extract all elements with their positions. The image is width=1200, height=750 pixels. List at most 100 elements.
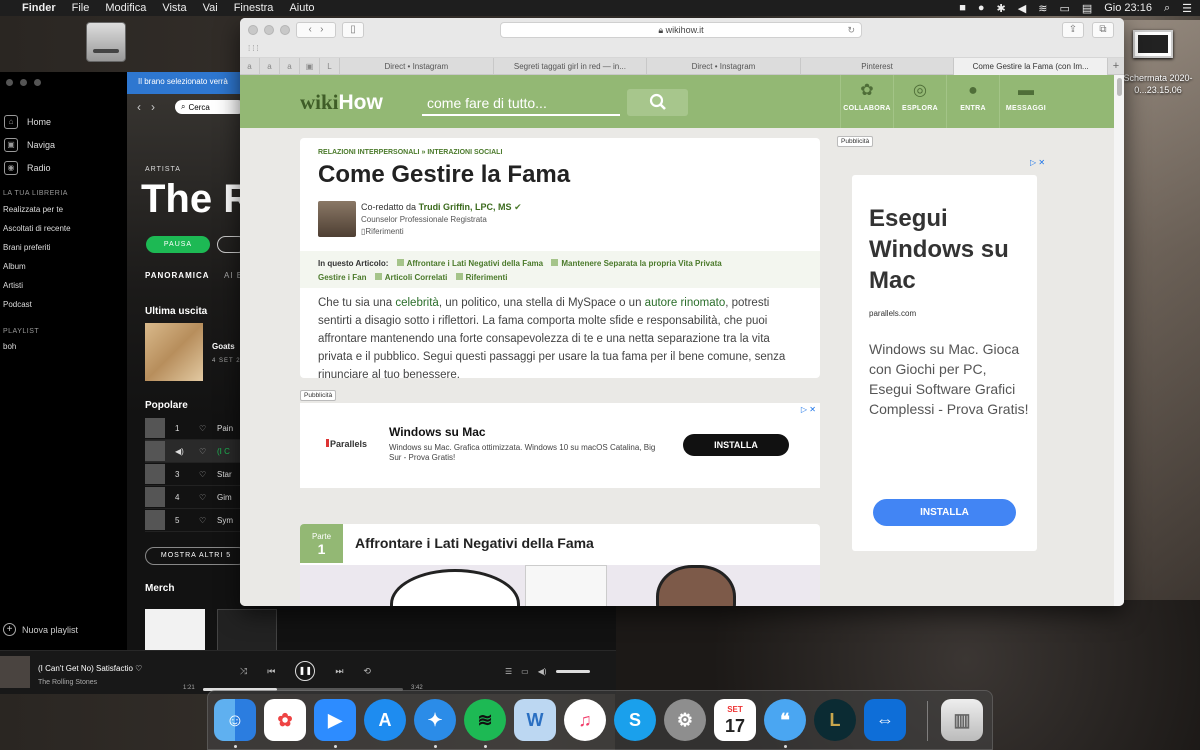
wifi-icon[interactable]: ≋ [1038,2,1047,15]
messages-icon[interactable]: ❝ [764,699,806,741]
minimize-button[interactable] [20,79,27,86]
heart-icon[interactable]: ♡ [199,447,217,456]
zoom-button[interactable] [280,25,290,35]
sidebar-ad[interactable]: Esegui Windows su Mac parallels.com Wind… [852,175,1037,551]
pinned-tab-amazon[interactable]: a [260,58,280,75]
skype-icon[interactable]: S [614,699,656,741]
nav-messaggi[interactable]: ▬ MESSAGGI [999,75,1052,128]
library-item[interactable]: Artisti [3,280,71,299]
pause-button[interactable]: PAUSA [146,236,210,253]
nav-collabora[interactable]: ✿ COLLABORA [840,75,893,128]
new-tab-button[interactable]: + [1108,58,1124,74]
music-icon[interactable]: ♫ [564,699,606,741]
spotlight-icon[interactable]: ⌕ [1164,2,1170,15]
album-title[interactable]: Goats [212,342,235,351]
menu-file[interactable]: File [72,2,90,14]
nav-esplora[interactable]: ◎ ESPLORA [893,75,946,128]
photos-icon[interactable]: ✿ [264,699,306,741]
menu-vista[interactable]: Vista [162,2,186,14]
volume-slider[interactable] [555,670,590,673]
reload-icon[interactable]: ↻ [847,23,855,37]
menu-finder[interactable]: Finder [22,2,56,14]
table-row[interactable]: 4 ♡ Gim [145,486,245,509]
heart-icon[interactable]: ♡ [199,470,217,479]
merch-item[interactable] [217,609,277,650]
menu-clock[interactable]: Gio 23:16 [1104,2,1152,14]
previous-icon[interactable]: ⏮ [267,666,275,677]
merch-item[interactable] [145,609,205,650]
toc-item[interactable]: Gestire i Fan [318,273,366,282]
screenshot-file-label[interactable]: Schermata 2020-0...23.15.06 [1118,72,1198,96]
tab-overview[interactable]: PANORAMICA [145,271,210,280]
playlist-item[interactable]: boh [3,342,16,351]
menu-vai[interactable]: Vai [203,2,218,14]
minimize-button[interactable] [264,25,274,35]
library-item[interactable]: Podcast [3,299,71,318]
volume-icon[interactable]: ◀) [538,667,547,676]
back-forward-buttons[interactable]: ‹ › [296,22,336,38]
show-more-button[interactable]: MOSTRA ALTRI 5 [145,547,247,565]
inline-ad[interactable]: Parallels Windows su Mac Windows su Mac.… [300,403,820,488]
pinned-tab[interactable]: ▣ [300,58,320,75]
library-item[interactable]: Brani preferiti [3,242,71,261]
pinned-tab-amazon[interactable]: a [240,58,260,75]
share-icon[interactable]: ⇪ [1062,22,1084,38]
library-item[interactable]: Realizzata per te [3,204,71,223]
next-icon[interactable]: ⏭ [335,666,343,677]
close-button[interactable] [6,79,13,86]
table-row[interactable]: ◀) ♡ (I C [145,440,245,463]
shuffle-icon[interactable]: ⤨ [240,666,247,677]
teamviewer-icon[interactable]: ⇔ [864,699,906,741]
toc-item[interactable]: Articoli Correlati [385,273,448,282]
toc-item[interactable]: Affrontare i Lati Negativi della Fama [407,259,543,268]
heart-icon[interactable]: ♡ [199,493,217,502]
nav-entra[interactable]: ● ENTRA [946,75,999,128]
ad-choices-icon[interactable]: ▷ ✕ [801,405,816,414]
league-of-legends-icon[interactable]: L [814,699,856,741]
scrollbar[interactable] [1114,75,1124,606]
nav-browse[interactable]: ▣ Naviga [4,133,124,156]
toc-item[interactable]: Riferimenti [466,273,508,282]
bluetooth-icon[interactable]: ✱ [997,2,1006,15]
trash-icon[interactable]: ▥ [941,699,983,741]
coauthor-name[interactable]: Trudi Griffin, LPC, MS [419,202,512,212]
search-button[interactable] [627,89,688,116]
menu-aiuto[interactable]: Aiuto [289,2,314,14]
search-input[interactable]: come fare di tutto... [422,90,620,116]
tabs-overview-icon[interactable]: ⧉ [1092,22,1114,38]
pause-icon[interactable]: ❚❚ [295,661,316,681]
zoom-status-icon[interactable]: ● [978,2,985,14]
ad-choices-icon[interactable]: ▷ ✕ [1030,158,1045,167]
menu-finestra[interactable]: Finestra [234,2,274,14]
sidebar-toggle-icon[interactable]: ▯ [342,22,364,38]
toc-item[interactable]: Mantenere Separata la propria Vita Priva… [561,259,721,268]
references-link[interactable]: ▯Riferimenti [361,227,404,236]
avatar[interactable] [318,201,356,237]
wikihow-logo[interactable]: wikiHow [300,90,383,115]
scrollbar-thumb[interactable] [1116,78,1122,96]
table-row[interactable]: 1 ♡ Pain [145,417,245,440]
now-playing-artist[interactable]: The Rolling Stones [38,679,97,686]
calendar-icon[interactable]: SET 17 [714,699,756,741]
pinned-tab-amazon[interactable]: a [280,58,300,75]
browser-tab[interactable]: Pinterest [801,58,955,75]
browser-tab[interactable]: Segreti taggati girl in red — in... [494,58,648,75]
pinned-tab[interactable]: L [320,58,340,75]
finder-icon[interactable]: ☺ [214,699,256,741]
intro-link[interactable]: autore rinomato [645,297,726,309]
spotify-icon[interactable]: ≋ [464,699,506,741]
ad-title[interactable]: Windows su Mac [389,425,486,439]
install-button[interactable]: INSTALLA [683,434,789,456]
heart-icon[interactable]: ♡ [135,664,142,673]
browser-tab[interactable]: Direct • Instagram [647,58,801,75]
battery-icon[interactable]: ▭ [1059,2,1069,15]
zoom-button[interactable] [34,79,41,86]
library-item[interactable]: Album [3,261,71,280]
install-button[interactable]: INSTALLA [873,499,1016,526]
flag-icon[interactable]: ▤ [1082,2,1092,15]
history-nav[interactable]: ‹› [137,100,165,114]
close-button[interactable] [248,25,258,35]
volume-icon[interactable]: ◀ [1018,2,1026,15]
now-playing-title[interactable]: (I Can't Get No) Satisfactio ♡ [38,664,142,673]
search-input[interactable]: ⌕ Cerca [175,100,245,114]
